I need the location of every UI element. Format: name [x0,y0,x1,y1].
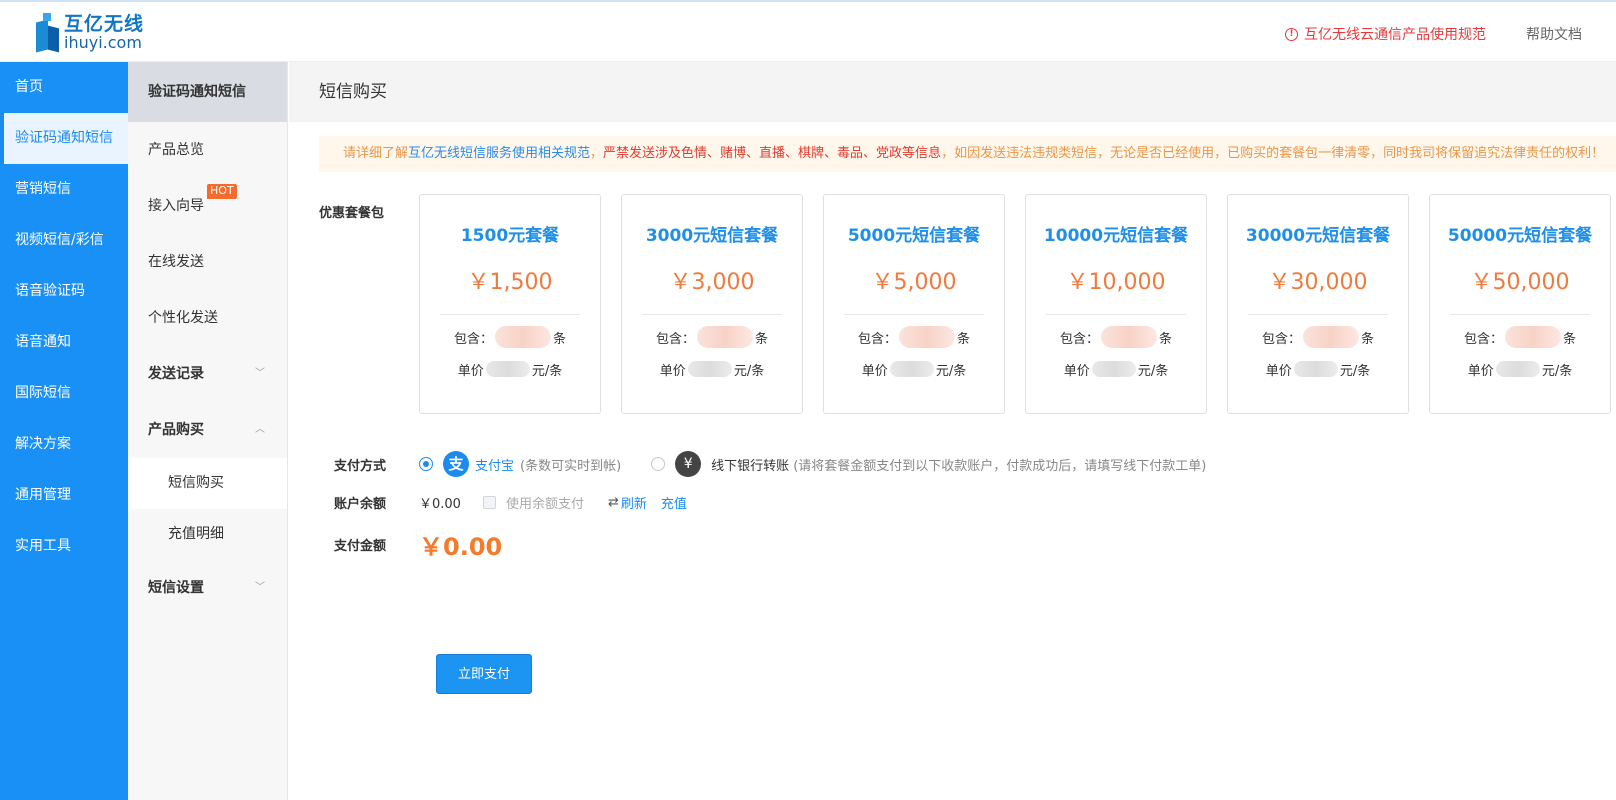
yen-icon: ¥ [675,451,702,477]
usage-policy-label: 互亿无线云通信产品使用规范 [1304,27,1486,43]
alert-circle-icon: ! [1285,27,1298,41]
package-price: ￥1,500 [467,270,553,295]
masked-unit-price [687,361,732,377]
logo-name-en: ihuyi.com [64,33,142,52]
nav-item-home[interactable]: 首页 [0,62,128,113]
package-name: 30000元短信套餐 [1245,226,1391,246]
subnav-group-product-purchase[interactable]: 产品购买 ︿ [128,402,287,458]
balance-value: ￥0.00 [419,496,461,512]
masked-count [495,326,551,348]
alipay-label[interactable]: 支付宝 [475,455,514,474]
masked-unit-price [1091,361,1136,377]
package-name: 3000元短信套餐 [645,226,779,246]
nav-item-marketing-sms[interactable]: 营销短信 [0,164,128,215]
nav-item-video-sms[interactable]: 视频短信/彩信 [0,215,128,266]
refresh-icon: ⇄ [607,494,619,510]
help-docs-link[interactable]: 帮助文档 [1526,24,1582,44]
nav-item-voice-code[interactable]: 语音验证码 [0,266,128,317]
package-price: ￥5,000 [871,270,957,295]
bank-transfer-label[interactable]: 线下银行转账 [711,455,789,474]
masked-unit-price [1495,361,1540,377]
package-card[interactable]: 5000元短信套餐 ￥5,000 包含：条 单价 元/条 [823,194,1005,414]
policy-link[interactable]: 互亿无线短信服务使用相关规范 [408,146,590,161]
subnav-group-send-records[interactable]: 发送记录 ﹀ [128,346,287,402]
use-balance-checkbox[interactable] [482,495,496,509]
package-price: ￥10,000 [1066,270,1166,295]
bank-transfer-radio[interactable] [651,457,666,471]
subnav-group-sms-settings[interactable]: 短信设置 ﹀ [128,560,287,616]
nav-item-tools[interactable]: 实用工具 [0,521,128,572]
chevron-down-icon: ﹀ [255,582,265,593]
masked-unit-price [889,361,934,377]
package-card[interactable]: 30000元短信套餐 ￥30,000 包含：条 单价 元/条 [1227,194,1409,414]
package-price: ￥3,000 [669,270,755,295]
logo[interactable]: 互亿无线 ihuyi.com [34,12,144,54]
logo-name-cn: 互亿无线 [64,13,145,35]
subnav-item-overview[interactable]: 产品总览 [128,122,287,178]
chevron-down-icon: ﹀ [255,368,265,379]
payment-amount-value: ￥0.00 [419,532,503,561]
masked-unit-price [485,361,530,377]
alipay-note: (条数可实时到帐) [520,458,622,474]
package-price: ￥30,000 [1268,270,1368,295]
subnav-item-guide[interactable]: 接入向导 HOT [128,178,287,234]
refresh-link[interactable]: 刷新 [621,493,647,512]
subnav-item-recharge-detail[interactable]: 充值明细 [128,509,287,560]
masked-count [697,326,753,348]
hot-badge: HOT [207,184,237,199]
package-name: 50000元短信套餐 [1447,226,1593,246]
top-bar: 互亿无线 ihuyi.com ! 互亿无线云通信产品使用规范 帮助文档 [0,0,1616,62]
masked-count [899,326,955,348]
packages-label: 优惠套餐包 [319,206,385,221]
package-card[interactable]: 1500元套餐 ￥1,500 包含：条 单价 元/条 [419,194,601,414]
usage-policy-link[interactable]: ! 互亿无线云通信产品使用规范 [1285,24,1486,44]
secondary-sidebar: 验证码通知短信 产品总览 接入向导 HOT 在线发送 个性化发送 发送记录 ﹀ … [128,62,288,800]
package-card[interactable]: 3000元短信套餐 ￥3,000 包含：条 单价 元/条 [621,194,803,414]
use-balance-label: 使用余额支付 [505,496,584,512]
bank-transfer-note: (请将套餐金额支付到以下收款账户，付款成功后，请填写线下付款工单) [793,458,1207,474]
page-title: 短信购买 [289,62,1616,122]
recharge-link[interactable]: 充值 [661,493,687,512]
prohibited-content-text: 严禁发送涉及色情、赌博、直播、棋牌、毒品、党政等信息 [603,146,942,161]
package-name: 1500元套餐 [460,226,560,246]
package-card[interactable]: 10000元短信套餐 ￥10,000 包含：条 单价 元/条 [1025,194,1207,414]
nav-item-verification-sms[interactable]: 验证码通知短信 [0,113,128,164]
policy-warning-banner: 请详细了解互亿无线短信服务使用相关规范，严禁发送涉及色情、赌博、直播、棋牌、毒品… [319,136,1616,172]
amount-row: 支付金额 ￥0.00 [319,528,503,561]
subnav-item-online-send[interactable]: 在线发送 [128,234,287,290]
logo-icon [34,13,60,53]
pay-now-button[interactable]: 立即支付 [436,654,532,694]
nav-item-solutions[interactable]: 解决方案 [0,419,128,470]
payment-method-label: 支付方式 [334,458,387,474]
nav-item-intl-sms[interactable]: 国际短信 [0,368,128,419]
package-card[interactable]: 50000元短信套餐 ￥50,000 包含：条 单价 元/条 [1429,194,1611,414]
alipay-icon: 支 [443,451,469,477]
masked-count [1303,326,1359,348]
subnav-item-personal-send[interactable]: 个性化发送 [128,290,287,346]
balance-label: 账户余额 [334,496,387,512]
alipay-radio[interactable] [419,457,433,471]
package-price: ￥50,000 [1470,270,1570,295]
payment-method-row: 支付方式 支 支付宝 (条数可实时到帐) ¥ 线下银行转账 (请将套餐金额支付到… [319,450,1206,478]
masked-count [1505,326,1561,348]
primary-sidebar: 首页 验证码通知短信 营销短信 视频短信/彩信 语音验证码 语音通知 国际短信 … [0,62,128,800]
masked-count [1101,326,1157,348]
amount-label: 支付金额 [334,538,387,554]
package-name: 10000元短信套餐 [1043,226,1189,246]
subnav-item-sms-purchase[interactable]: 短信购买 [128,458,287,509]
main-content: 短信购买 请详细了解互亿无线短信服务使用相关规范，严禁发送涉及色情、赌博、直播、… [289,62,1616,800]
chevron-up-icon: ︿ [255,424,265,435]
subnav-title: 验证码通知短信 [128,62,287,122]
nav-item-voice-notice[interactable]: 语音通知 [0,317,128,368]
balance-row: 账户余额 ￥0.00 使用余额支付 ⇄ 刷新 充值 [319,490,687,514]
package-name: 5000元短信套餐 [847,226,981,246]
nav-item-general-admin[interactable]: 通用管理 [0,470,128,521]
masked-unit-price [1293,361,1338,377]
